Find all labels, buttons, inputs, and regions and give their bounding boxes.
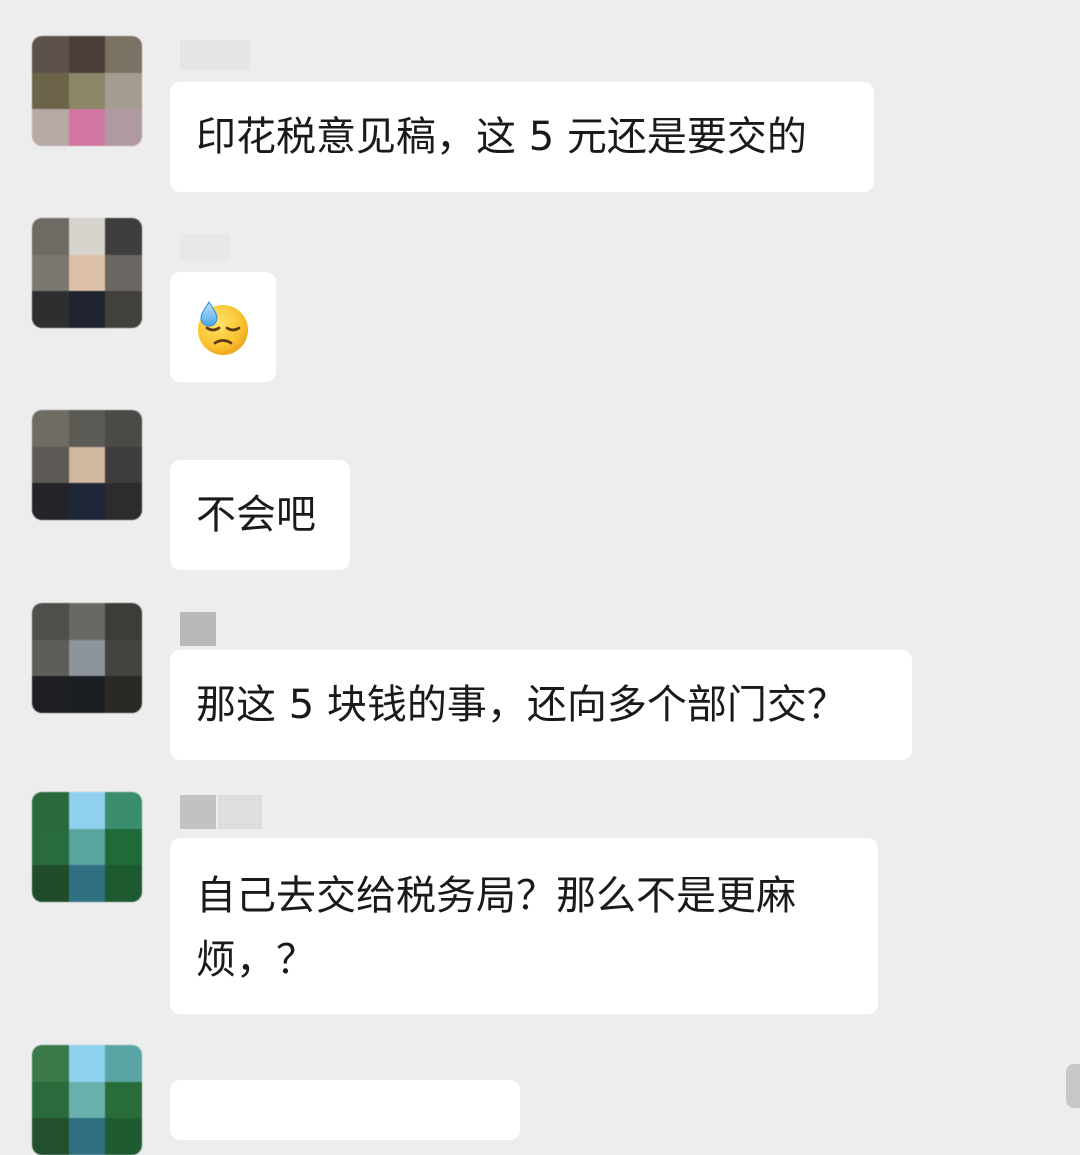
- avatar[interactable]: [32, 792, 142, 902]
- scrollbar[interactable]: [1066, 1064, 1080, 1108]
- avatar[interactable]: [32, 1045, 142, 1155]
- downcast-face-with-sweat-icon: [198, 301, 248, 355]
- avatar[interactable]: [32, 410, 142, 520]
- message-text-line: 自己去交给税务局？那么不是更麻: [196, 873, 796, 919]
- avatar[interactable]: [32, 603, 142, 713]
- message-bubble[interactable]: [170, 272, 276, 382]
- chat-history: 印花税意见稿，这 5 元还是要交的 不会吧 那这 5 块钱的事，还向多个部门交？…: [0, 0, 1080, 1155]
- message-bubble[interactable]: 印花税意见稿，这 5 元还是要交的: [170, 82, 874, 192]
- message-text: 不会吧: [196, 492, 316, 538]
- message-bubble[interactable]: 那这 5 块钱的事，还向多个部门交？: [170, 650, 912, 760]
- message-text: 那这 5 块钱的事，还向多个部门交？: [196, 682, 847, 728]
- avatar[interactable]: [32, 218, 142, 328]
- message-text-line: 烦，？: [196, 937, 316, 983]
- message-bubble[interactable]: [170, 1080, 520, 1140]
- message-bubble[interactable]: 自己去交给税务局？那么不是更麻 烦，？: [170, 838, 878, 1014]
- message-bubble[interactable]: 不会吧: [170, 460, 350, 570]
- message-text: 印花税意见稿，这 5 元还是要交的: [196, 114, 807, 160]
- avatar[interactable]: [32, 36, 142, 146]
